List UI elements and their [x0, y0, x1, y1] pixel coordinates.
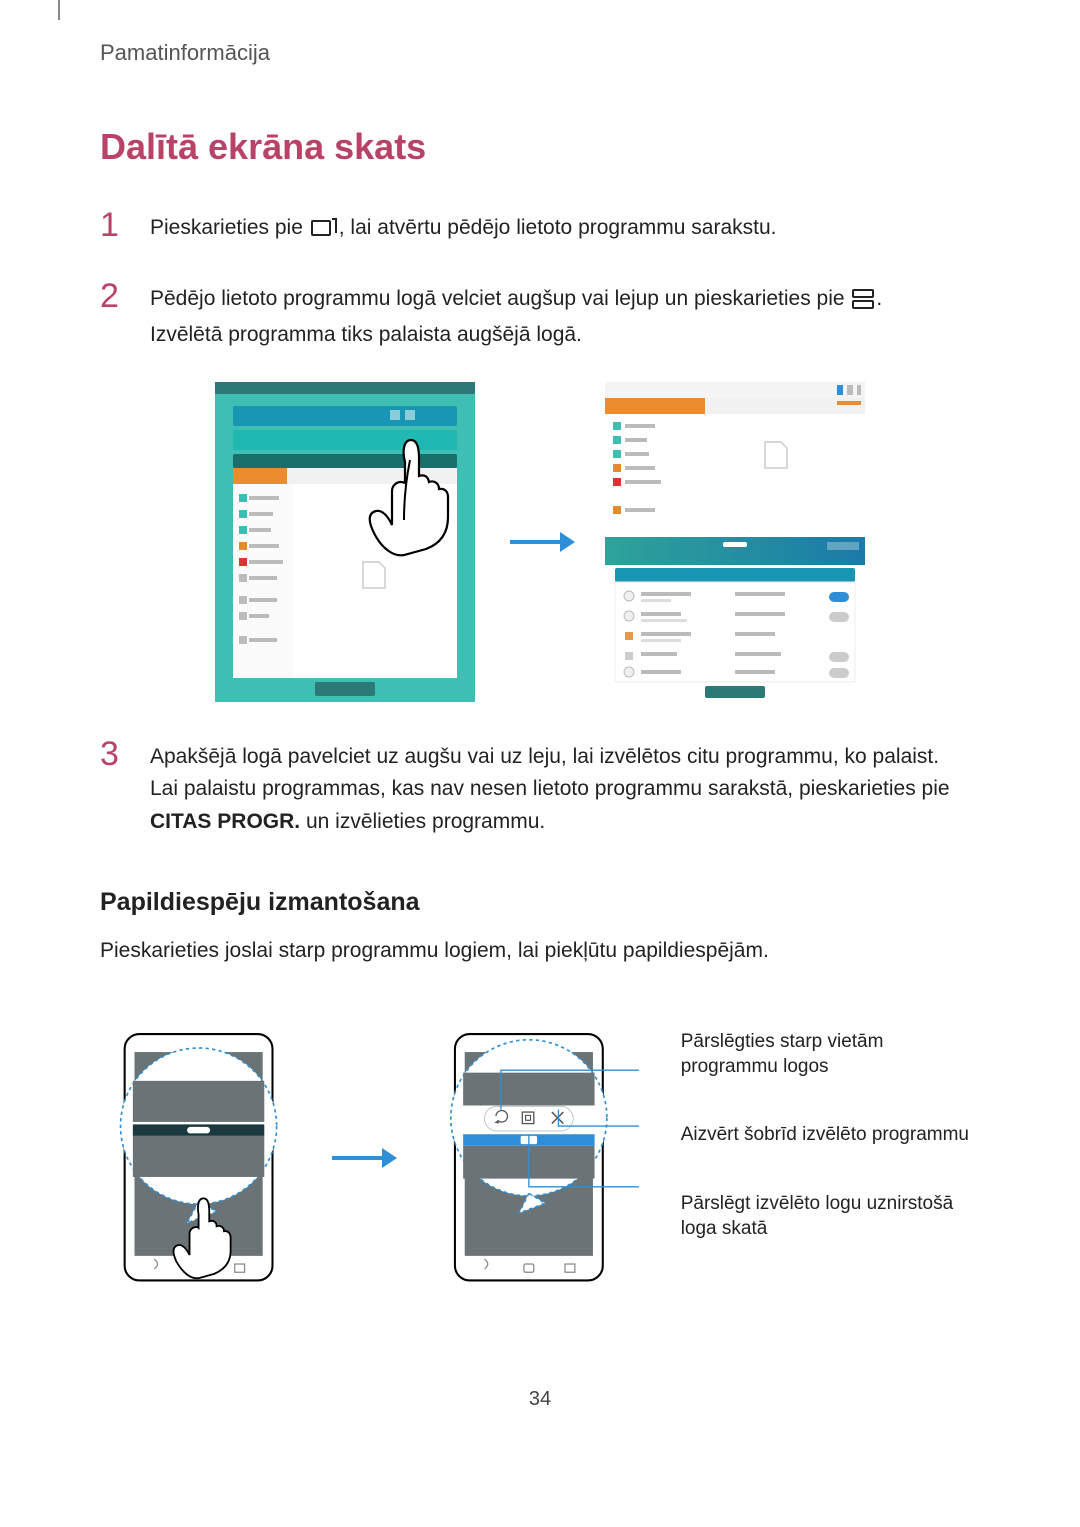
main-heading: Dalītā ekrāna skats	[100, 126, 980, 168]
step-2: 2 Pēdējo lietoto programmu logā velciet …	[100, 279, 980, 352]
recent-apps-icon	[311, 216, 337, 249]
step-1-post: , lai atvērtu pēdējo lietoto programmu s…	[339, 216, 777, 239]
callout-close: Aizvērt šobrīd izvēlēto programmu	[681, 1123, 980, 1148]
page-number: 34	[100, 1388, 980, 1411]
step-3: 3 Apakšējā logā pavelciet uz augšu vai u…	[100, 737, 980, 839]
figure-2-right	[427, 998, 641, 1328]
split-screen-icon	[852, 287, 874, 320]
step-1: 1 Pieskarieties pie , lai atvērtu pēdējo…	[100, 208, 980, 249]
step-2-number: 2	[100, 279, 150, 313]
step-3-l1: Apakšējā logā pavelciet uz augšu vai uz …	[150, 745, 939, 768]
sub-body-text: Pieskarieties joslai starp programmu log…	[100, 935, 980, 968]
figure-2-callouts: Pārslēgties starp vietām programmu logos…	[681, 1030, 980, 1241]
figure-1-right	[605, 382, 865, 702]
step-1-pre: Pieskarieties pie	[150, 216, 309, 239]
figure-2-left	[100, 998, 297, 1328]
figure-2: Pārslēgties starp vietām programmu logos…	[100, 998, 980, 1328]
step-2-l2: Izvēlētā programma tiks palaista augšējā…	[150, 323, 582, 346]
step-1-text: Pieskarieties pie , lai atvērtu pēdējo l…	[150, 208, 980, 249]
sub-heading: Papildiespēju izmantošana	[100, 888, 980, 917]
figure-1	[100, 382, 980, 702]
page-header: Pamatinformācija	[100, 40, 980, 66]
step-2-l1pre: Pēdējo lietoto programmu logā velciet au…	[150, 287, 850, 310]
figure-1-left	[215, 382, 475, 702]
step-1-number: 1	[100, 208, 150, 242]
arrow-icon-2	[327, 1138, 397, 1178]
step-2-text: Pēdējo lietoto programmu logā velciet au…	[150, 279, 980, 352]
callout-swap: Pārslēgties starp vietām programmu logos	[681, 1030, 980, 1079]
arrow-icon	[505, 522, 575, 562]
step-3-l2pre: Lai palaistu programmas, kas nav nesen l…	[150, 777, 950, 800]
step-3-l2post: un izvēlieties programmu.	[300, 810, 545, 833]
step-2-l1post: .	[876, 287, 882, 310]
step-3-text: Apakšējā logā pavelciet uz augšu vai uz …	[150, 737, 980, 839]
step-3-bold: CITAS PROGR.	[150, 810, 300, 833]
callout-popup: Pārslēgt izvēlēto logu uznirstošā loga s…	[681, 1192, 980, 1241]
step-3-number: 3	[100, 737, 150, 771]
